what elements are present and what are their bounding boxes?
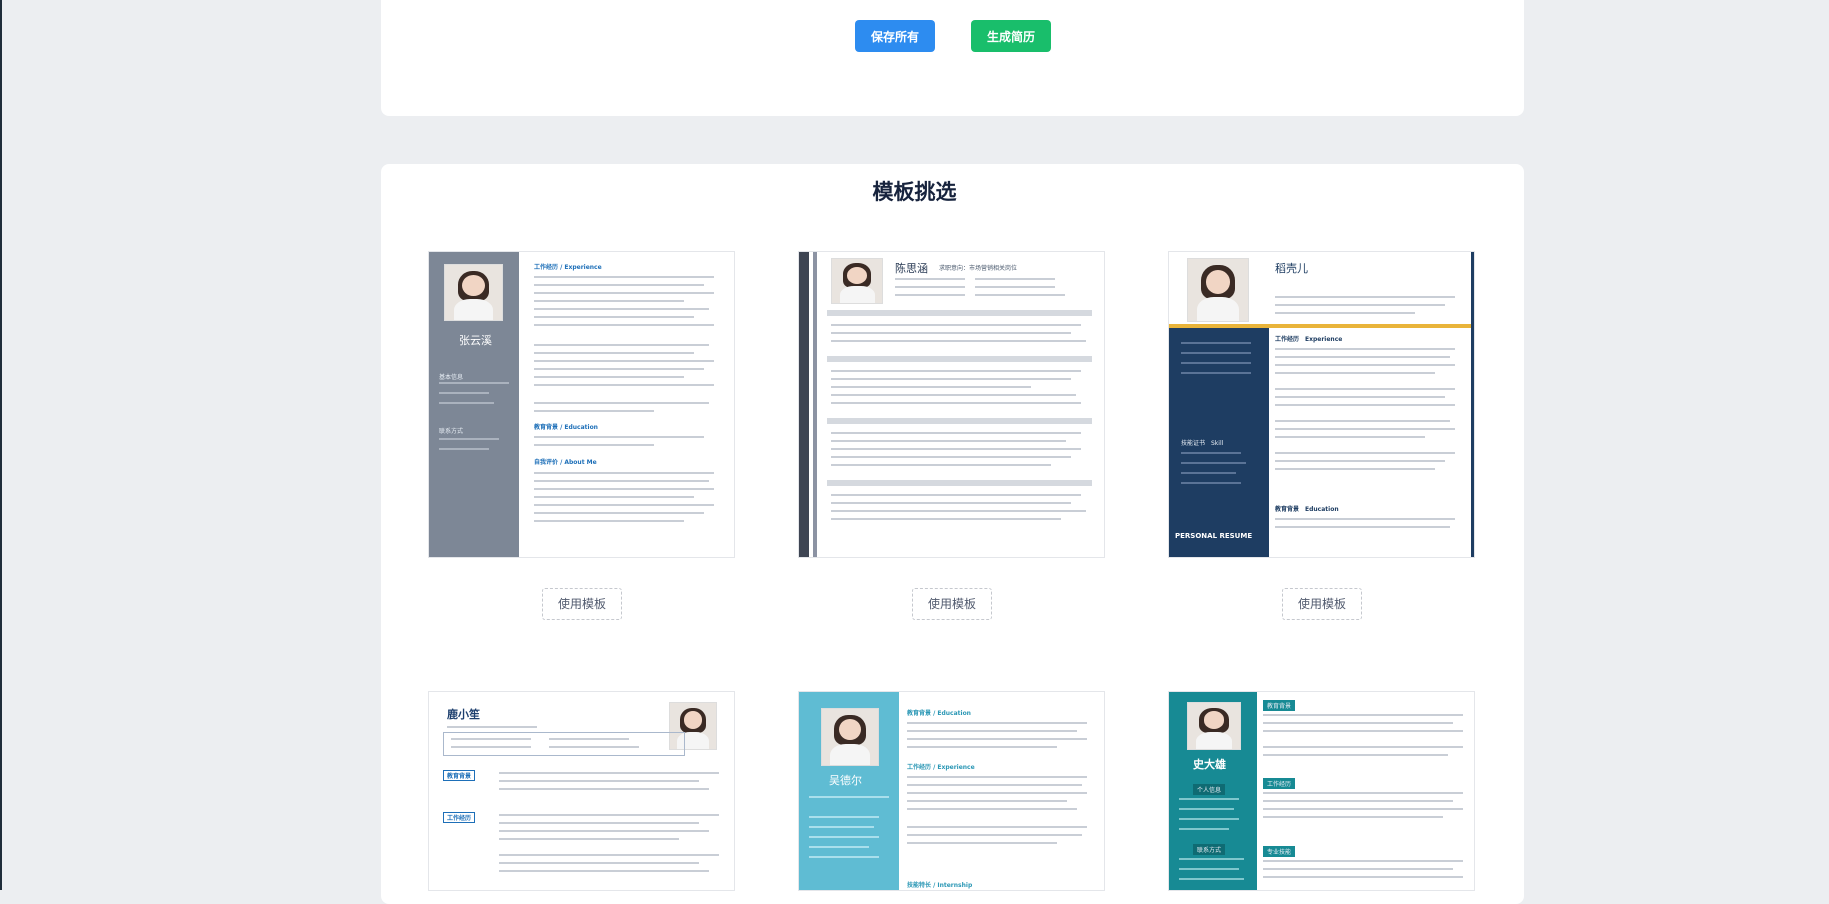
t1-avatar (444, 264, 503, 321)
t6-name: 史大雄 (1193, 758, 1226, 771)
t1-heading-education: 教育背景 / Education (534, 424, 598, 431)
t4-name: 鹿小笙 (447, 708, 480, 721)
template-thumbnail-6[interactable]: 史大雄 个人信息 联系方式 教育背景 工作经历 专业技能 (1169, 692, 1474, 890)
t5-heading-experience: 工作经历 / Experience (907, 764, 975, 771)
t5-heading-education: 教育背景 / Education (907, 710, 971, 717)
t6-avatar (1187, 702, 1241, 750)
use-template-button-1[interactable]: 使用模板 (542, 588, 622, 620)
t2-subtitle: 求职意向：市场营销相关岗位 (939, 265, 1018, 272)
t3-avatar (1187, 258, 1249, 322)
t1-heading-experience: 工作经历 / Experience (534, 264, 602, 271)
t2-name: 陈思涵 (895, 262, 928, 275)
use-template-button-3[interactable]: 使用模板 (1282, 588, 1362, 620)
template-thumbnail-3[interactable]: 稻壳儿 技能证书 Skill PERSONAL RESUME 工作经历 Expe… (1169, 252, 1474, 557)
t1-sidebar-heading: 基本信息 (439, 374, 464, 381)
t3-skill-heading: 技能证书 Skill (1181, 440, 1224, 447)
t4-heading-education: 教育背景 (443, 770, 476, 781)
t5-name: 吴德尔 (829, 774, 862, 787)
template-thumbnail-2[interactable]: 陈思涵 求职意向：市场营销相关岗位 (799, 252, 1104, 557)
t5-avatar (821, 708, 879, 766)
window-left-edge (0, 0, 2, 890)
template-thumbnail-4[interactable]: 鹿小笙 教育背景 工作经历 (429, 692, 734, 890)
template-thumbnail-1[interactable]: 张云溪 基本信息 联系方式 工作经历 / Experience 教育背景 / E… (429, 252, 734, 557)
t4-heading-experience: 工作经历 (443, 812, 476, 823)
template-section-title: 模板挑选 (872, 180, 957, 204)
t1-name: 张云溪 (459, 334, 492, 347)
action-panel (381, 0, 1524, 116)
t6-heading-skills: 专业技能 (1263, 846, 1296, 857)
t3-heading-education: 教育背景 Education (1275, 506, 1339, 513)
t1-sidebar-heading-2: 联系方式 (439, 428, 464, 435)
t2-avatar (831, 258, 883, 304)
t3-name: 稻壳儿 (1275, 262, 1308, 275)
generate-resume-button[interactable]: 生成简历 (971, 20, 1051, 52)
t3-heading-experience: 工作经历 Experience (1275, 336, 1343, 343)
t3-footer: PERSONAL RESUME (1175, 532, 1253, 540)
use-template-button-2[interactable]: 使用模板 (912, 588, 992, 620)
template-thumbnail-5[interactable]: 吴德尔 教育背景 / Education 工作经历 / Experience 技… (799, 692, 1104, 890)
t5-heading-internship: 技能特长 / Internship (907, 882, 973, 889)
t1-heading-about: 自我评价 / About Me (534, 459, 597, 466)
t6-heading-experience: 工作经历 (1263, 778, 1296, 789)
t6-side-heading: 个人信息 (1193, 784, 1226, 795)
t6-heading-education: 教育背景 (1263, 700, 1296, 711)
save-all-button[interactable]: 保存所有 (855, 20, 935, 52)
t6-side-heading-2: 联系方式 (1193, 844, 1226, 855)
